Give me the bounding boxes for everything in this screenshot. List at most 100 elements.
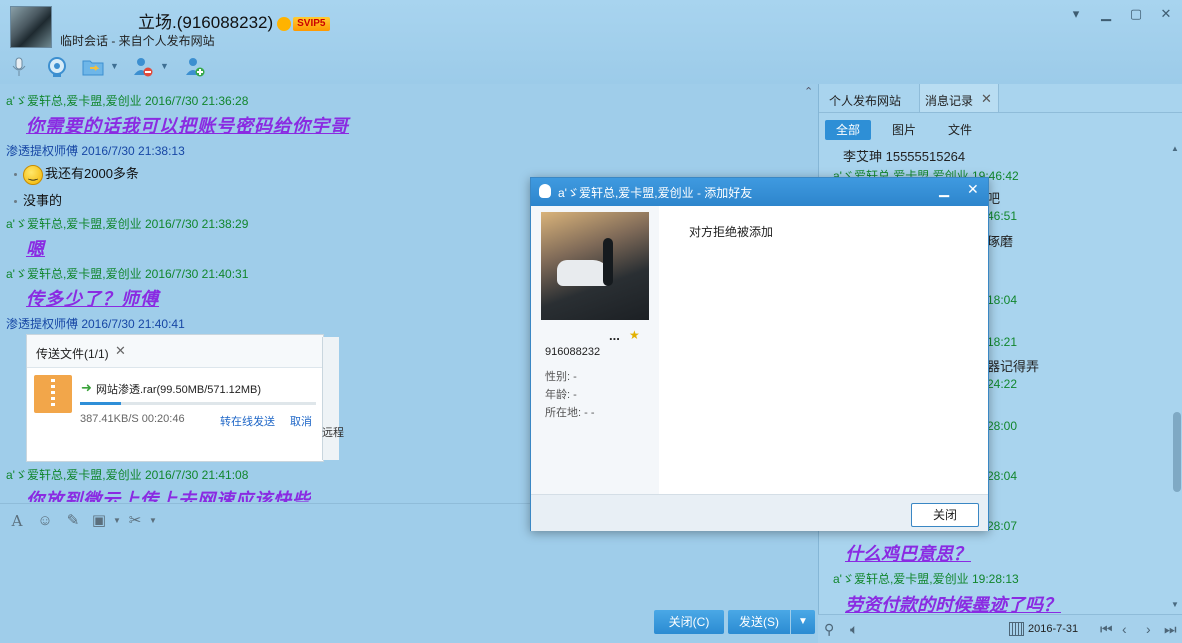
edit-icon[interactable]: ✎ <box>64 512 82 530</box>
cancel-link[interactable]: 取消 <box>290 413 312 429</box>
chevron-down-icon[interactable]: ▾ <box>1068 6 1084 22</box>
close-icon[interactable]: ✕ <box>115 343 126 359</box>
message-sender: a'ゞ爱轩总,爱卡盟,爱创业 2016/7/30 21:36:28 <box>6 94 249 108</box>
image-icon[interactable]: ▣ <box>90 512 108 530</box>
history-time: 46:51 <box>987 209 1018 223</box>
message-text: 嗯 <box>26 239 45 260</box>
file-name: 网站渗透.rar(99.50MB/571.12MB) <box>96 384 262 396</box>
video-camera-icon[interactable] <box>46 56 68 78</box>
history-entry: 李艾珅 15555515264 <box>843 149 966 164</box>
qq-penguin-icon <box>539 184 551 198</box>
transfer-speed: 387.41KB/S 00:20:46 <box>80 413 185 425</box>
message-text: 传多少了？师傅 <box>26 289 159 310</box>
transfer-tab[interactable]: 传送文件(1/1) <box>36 345 109 362</box>
vip-badge[interactable]: SVIP5 <box>293 16 330 31</box>
caret-down-icon[interactable]: ▼ <box>160 62 169 71</box>
maximize-icon[interactable]: ▢ <box>1128 6 1144 22</box>
search-icon[interactable]: ⚲ <box>824 621 834 638</box>
send-options-caret-icon[interactable]: ▼ <box>791 610 815 634</box>
close-icon[interactable]: ✕ <box>981 91 992 107</box>
close-icon[interactable]: ✕ <box>1158 6 1174 22</box>
collapse-icon[interactable]: ⌃ <box>804 86 816 98</box>
message-sender: 渗透提权师傅 2016/7/30 21:38:13 <box>6 144 185 158</box>
history-message: 什么鸡巴意思？ <box>845 544 971 565</box>
history-date[interactable]: 2016-7-31 <box>1028 623 1078 635</box>
first-page-icon[interactable]: ⏮ <box>1100 621 1113 638</box>
message-text: 你放到微云上传上去网速应该快些 <box>26 490 311 502</box>
age-info: 年龄: - <box>545 389 577 401</box>
caret-down-icon[interactable]: ▼ <box>144 512 162 530</box>
folder-transfer-icon[interactable] <box>82 56 104 78</box>
profile-photo[interactable] <box>541 212 649 320</box>
dialog-footer: 关闭 <box>531 494 988 531</box>
close-button[interactable]: 关闭(C) <box>654 610 724 634</box>
message-sender: a'ゞ爱轩总,爱卡盟,爱创业 2016/7/30 21:40:31 <box>6 267 249 281</box>
add-friend-dialog: a'ゞ爱轩总,爱卡盟,爱创业 - 添加好友 ▁ ✕ ... ★ 91608823… <box>530 177 989 531</box>
history-time: 28:04 <box>987 469 1018 483</box>
filter-images[interactable]: 图片 <box>883 120 925 140</box>
message-sender: a'ゞ爱轩总,爱卡盟,爱创业 2016/7/30 21:38:29 <box>6 217 249 231</box>
send-arrow-icon: ➜ <box>81 380 92 395</box>
bullet <box>14 173 17 177</box>
prev-page-icon[interactable]: ‹ <box>1122 621 1127 637</box>
close-icon[interactable]: ✕ <box>967 181 979 198</box>
last-page-icon[interactable]: ⏭ <box>1164 621 1177 638</box>
history-entry: 琢磨 <box>987 234 1014 249</box>
scroll-up-icon[interactable]: ▲ <box>1171 144 1179 153</box>
dialog-message: 对方拒绝被添加 <box>689 225 774 239</box>
contact-title: 立场.(916088232) SVIP5 <box>138 8 330 33</box>
card-edge-text: 远程 <box>322 427 344 439</box>
send-online-link[interactable]: 转在线发送 <box>220 413 275 429</box>
history-sender: a'ゞ爱轩总,爱卡盟,爱创业 19:28:13 <box>833 572 1019 586</box>
tab-personal-site[interactable]: 个人发布网站 <box>829 92 901 109</box>
scissors-icon[interactable]: ✂ <box>126 512 144 530</box>
card-edge <box>322 337 339 460</box>
history-time: 28:07 <box>987 519 1018 533</box>
dialog-close-button[interactable]: 关闭 <box>911 503 979 527</box>
scroll-down-icon[interactable]: ▼ <box>1171 600 1179 609</box>
dialog-title: a'ゞ爱轩总,爱卡盟,爱创业 - 添加好友 <box>558 186 753 200</box>
star-icon: ★ <box>629 328 640 342</box>
penguin-icon <box>277 16 292 31</box>
file-transfer-card: 传送文件(1/1) ✕ ➜ 网站渗透.rar(99.50MB/571.12MB)… <box>26 334 324 462</box>
message-sender: a'ゞ爱轩总,爱卡盟,爱创业 2016/7/30 21:41:08 <box>6 468 249 482</box>
progress-fill <box>80 402 122 405</box>
caret-down-icon[interactable]: ▼ <box>108 512 126 530</box>
tab-message-history-label[interactable]: 消息记录 <box>925 92 973 109</box>
add-user-icon[interactable] <box>184 56 206 78</box>
message-sender: 渗透提权师傅 2016/7/30 21:40:41 <box>6 317 185 331</box>
more-options[interactable]: ... <box>609 328 620 343</box>
minimize-icon[interactable]: ▁ <box>939 182 949 198</box>
location-info: 所在地: - - <box>545 407 595 419</box>
message-text: ‿ 我还有2000多条 <box>14 163 139 185</box>
smile-emoji-icon: ‿ <box>23 164 43 185</box>
message-text: 你需要的话我可以把账号密码给你宇哥 <box>26 116 349 137</box>
speaker-icon[interactable]: 🔈︎ <box>850 621 858 638</box>
history-bottom-bar: ⚲ 🔈︎ 2016-7-31 ⏮ ‹ › ⏭ <box>818 614 1182 643</box>
scrollbar-thumb[interactable] <box>1173 412 1181 492</box>
zip-file-icon <box>34 375 72 413</box>
history-time: 28:00 <box>987 419 1018 433</box>
microphone-icon[interactable] <box>8 56 30 78</box>
calendar-icon[interactable] <box>1009 622 1024 636</box>
qq-number: 916088232 <box>545 346 601 358</box>
caret-down-icon[interactable]: ▼ <box>110 62 119 71</box>
history-time: 18:21 <box>987 335 1018 349</box>
avatar[interactable] <box>10 6 52 48</box>
session-subtitle: 临时会话 - 来自个人发布网站 <box>60 34 215 48</box>
bullet <box>14 200 17 204</box>
filter-files[interactable]: 文件 <box>939 120 981 140</box>
emoji-icon[interactable]: ☺ <box>36 512 54 530</box>
tab-divider <box>819 112 1182 113</box>
history-time: 18:04 <box>987 293 1018 307</box>
minimize-icon[interactable]: ▁ <box>1098 6 1114 22</box>
send-button[interactable]: 发送(S) <box>728 610 790 634</box>
filter-all[interactable]: 全部 <box>825 120 871 140</box>
history-entry: 器记得弄 <box>987 359 1040 374</box>
next-page-icon[interactable]: › <box>1146 621 1151 637</box>
transfer-progress-bar <box>80 402 316 405</box>
contact-name: 立场.(916088232) <box>138 13 274 32</box>
history-time: 24:22 <box>987 377 1018 391</box>
remove-user-icon[interactable] <box>132 56 154 78</box>
font-icon[interactable]: A <box>8 512 26 530</box>
